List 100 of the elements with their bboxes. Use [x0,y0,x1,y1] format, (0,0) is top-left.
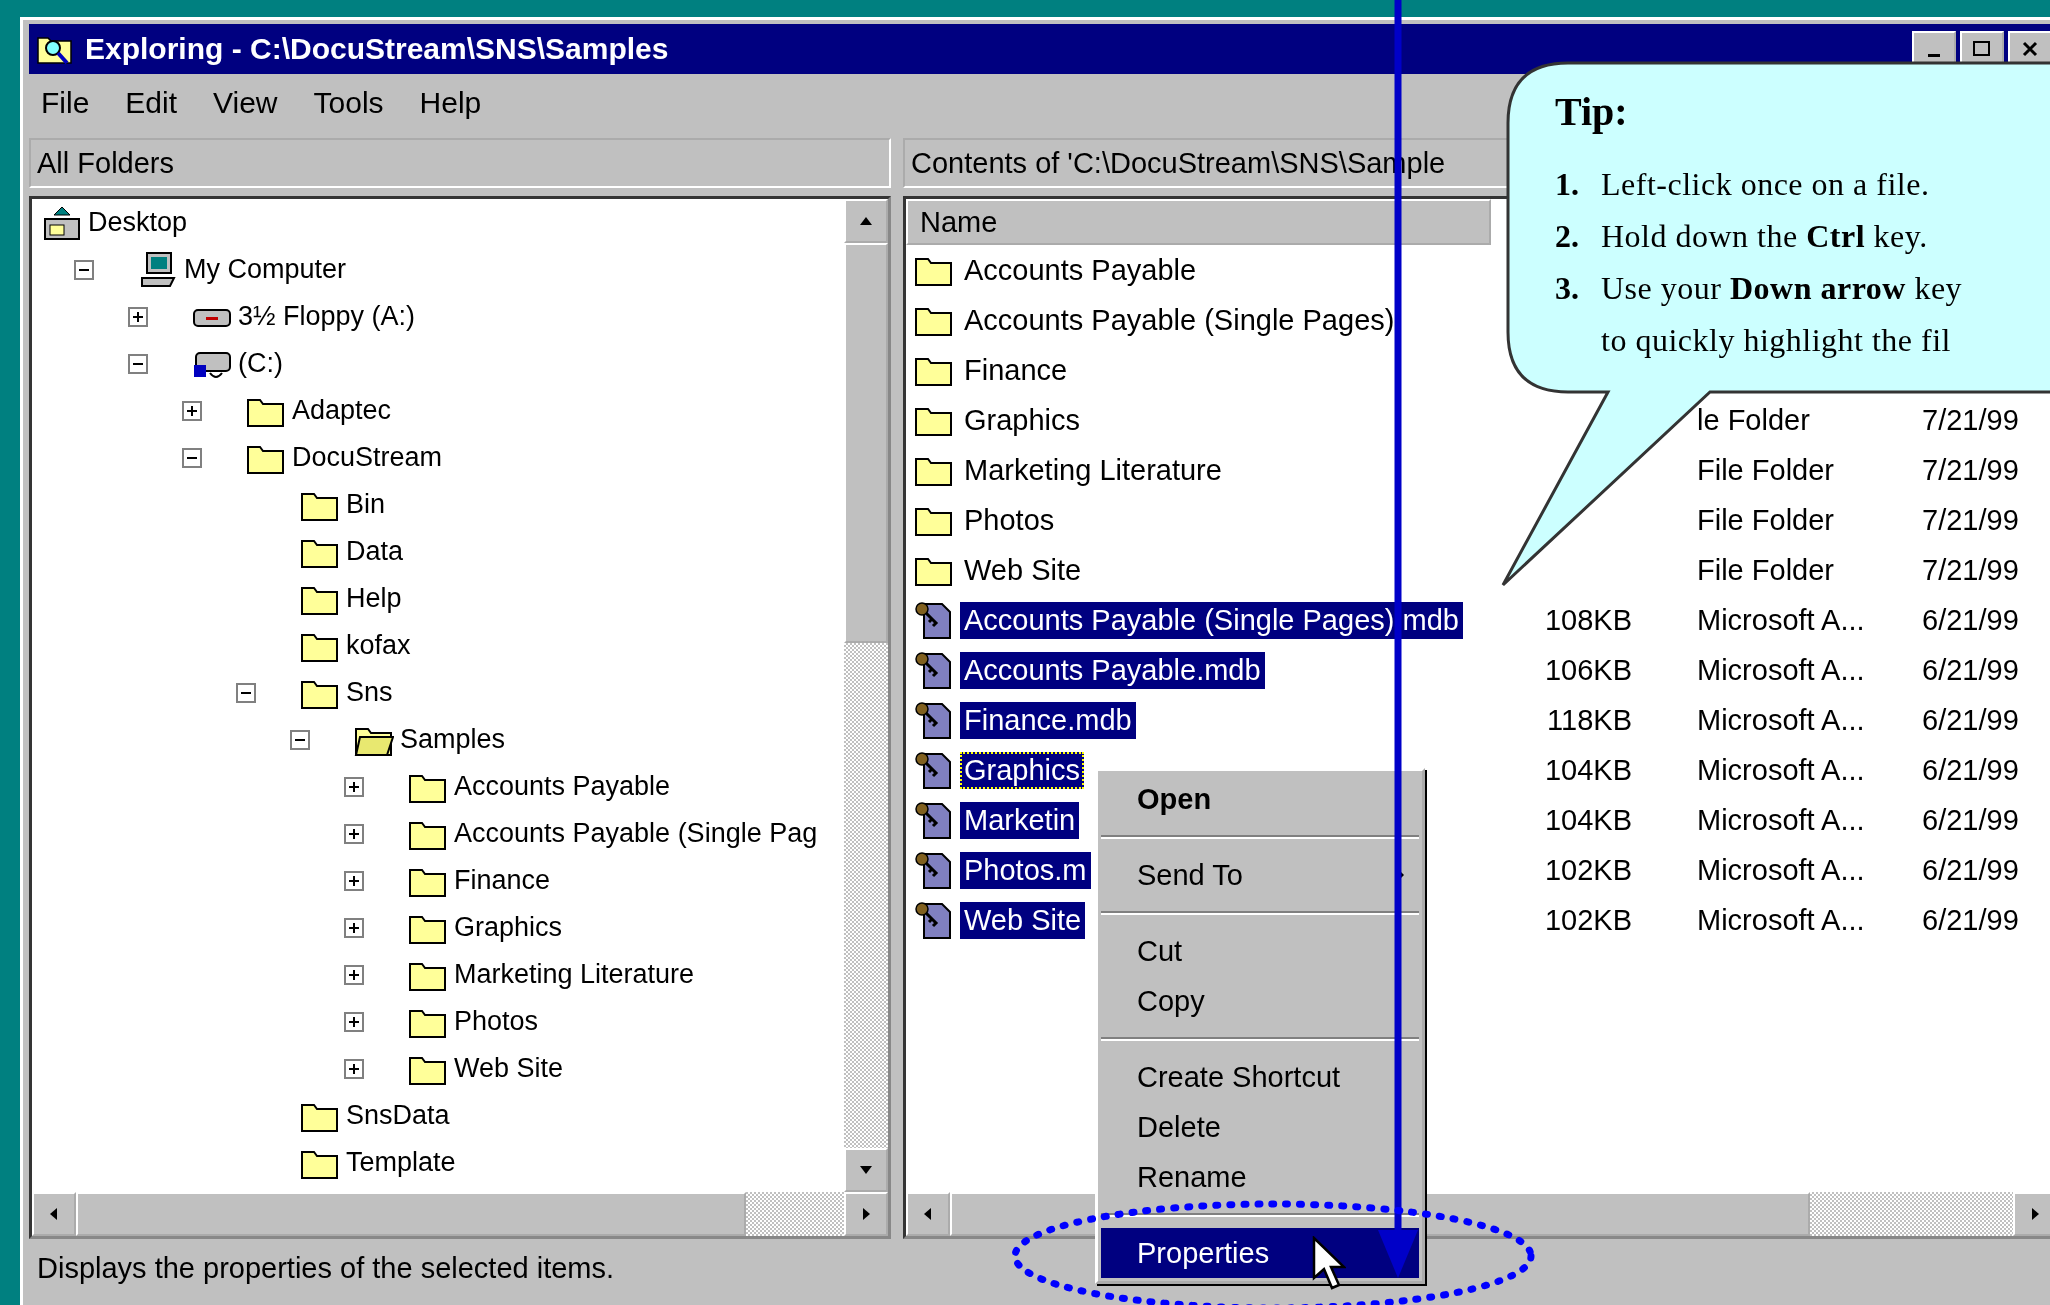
file-type: File Folder [1696,453,1835,487]
menu-item[interactable]: File [41,86,90,120]
tree-item[interactable]: Data [346,536,404,567]
file-name[interactable]: Marketin [960,801,1080,839]
menu-item[interactable]: View [213,86,278,120]
file-name[interactable]: Graphics [960,751,1085,789]
context-menu-item[interactable]: Open [1101,774,1419,824]
expand-icon[interactable] [344,776,364,797]
collapse-icon[interactable] [74,259,94,280]
minimize-icon [1928,53,1940,57]
scroll-left-button[interactable] [32,1192,76,1236]
file-name[interactable]: Finance.mdb [960,701,1136,739]
file-date: 7/21/99 [1922,453,2019,487]
scroll-left-button[interactable] [906,1192,950,1236]
tree-item[interactable]: Sns [346,677,393,708]
file-name[interactable]: Photos.m [960,851,1091,889]
scroll-down-button[interactable] [844,1148,888,1192]
database-file-icon [914,800,954,840]
horizontal-scrollbar[interactable] [32,1192,888,1236]
scroll-right-button[interactable] [2013,1192,2050,1236]
file-size: 106KB [1543,653,1632,687]
tree-item[interactable]: 3½ Floppy (A:) [238,301,416,332]
file-name[interactable]: Finance [960,351,1072,389]
scroll-up-button[interactable] [844,199,888,243]
step-text: Hold down the Ctrl key. [1601,217,1928,256]
file-type: Microsoft A... [1696,753,1866,787]
maximize-icon [1973,41,1991,57]
file-name[interactable]: Web Site [960,901,1086,939]
expand-icon[interactable] [128,306,148,327]
expand-icon[interactable] [344,964,364,985]
tree-item[interactable]: Help [346,583,402,614]
file-size: 102KB [1543,903,1632,937]
database-file-icon [914,900,954,940]
tree-item[interactable]: Samples [400,724,506,755]
context-menu-item[interactable]: Copy [1101,976,1419,1026]
tree-item[interactable]: Bin [346,489,386,520]
file-type: Microsoft A... [1696,703,1866,737]
tree-item[interactable]: kofax [346,630,411,661]
tree-item[interactable]: (C:) [238,348,283,379]
file-type: Microsoft A... [1696,903,1866,937]
database-file-icon [914,650,954,690]
tree-item[interactable]: Marketing Literature [454,959,695,990]
expand-icon[interactable] [344,1011,364,1032]
tree-item[interactable]: Desktop [88,207,188,238]
expand-icon[interactable] [344,823,364,844]
tree-item[interactable]: Photos [454,1006,539,1037]
collapse-icon[interactable] [182,447,202,468]
tree-item[interactable]: Graphics [454,912,563,943]
expand-icon[interactable] [182,400,202,421]
menu-item[interactable]: Tools [313,86,384,120]
file-name[interactable]: Graphics [960,401,1085,439]
menu-item[interactable]: Help [419,86,482,120]
file-type: le Folder [1696,403,1811,437]
expand-icon[interactable] [344,1058,364,1079]
file-date: 6/21/99 [1922,803,2019,837]
context-menu-item[interactable]: Cut [1101,926,1419,976]
file-name[interactable]: Web Site [960,551,1086,589]
context-menu-item[interactable]: Rename [1101,1152,1419,1202]
window-title: Exploring - C:\DocuStream\SNS\Samples [85,32,669,66]
file-date: 6/21/99 [1922,753,2019,787]
tip-title: Tip: [1555,88,1629,136]
tree-item[interactable]: SnsData [346,1100,450,1131]
close-icon [2022,41,2038,57]
scroll-thumb[interactable] [844,243,888,643]
tree-item[interactable]: Template [346,1147,456,1178]
step-text: to quickly highlight the fil [1601,321,1952,360]
file-name[interactable]: Accounts Payable (Single Pages).mdb [960,601,1463,639]
file-name[interactable]: Photos [960,501,1059,539]
scroll-thumb[interactable] [76,1192,746,1236]
tree-item[interactable]: My Computer [184,254,347,285]
file-date: 7/21/99 [1922,503,2019,537]
file-name[interactable]: Accounts Payable [960,251,1201,289]
tree-item[interactable]: Accounts Payable [454,771,671,802]
tree-item[interactable]: Adaptec [292,395,392,426]
tree-item[interactable]: Finance [454,865,551,896]
context-menu-item[interactable]: Create Shortcut [1101,1052,1419,1102]
tree-item[interactable]: DocuStream [292,442,443,473]
context-menu-item[interactable]: Delete [1101,1102,1419,1152]
tree-item[interactable]: Web Site [454,1053,564,1084]
expand-icon[interactable] [344,870,364,891]
collapse-icon[interactable] [236,682,256,703]
column-header[interactable]: Name [906,199,1491,245]
scroll-right-button[interactable] [844,1192,888,1236]
collapse-icon[interactable] [290,729,310,750]
vertical-scrollbar[interactable] [844,199,888,1192]
collapse-icon[interactable] [128,353,148,374]
step-number: 3. [1555,269,1580,308]
file-date: 6/21/99 [1922,703,2019,737]
file-type: Microsoft A... [1696,603,1866,637]
file-name[interactable]: Accounts Payable (Single Pages) [960,301,1399,339]
pane-title: All Folders [37,146,174,180]
expand-icon[interactable] [344,917,364,938]
status-text: Displays the properties of the selected items. [37,1251,615,1285]
tree-item[interactable]: Accounts Payable (Single Pag [454,818,818,849]
file-type: Microsoft A... [1696,653,1866,687]
file-type: Microsoft A... [1696,803,1866,837]
file-size: 102KB [1543,853,1632,887]
file-name[interactable]: Accounts Payable.mdb [960,651,1265,689]
menu-item[interactable]: Edit [125,86,178,120]
file-name[interactable]: Marketing Literature [960,451,1226,489]
